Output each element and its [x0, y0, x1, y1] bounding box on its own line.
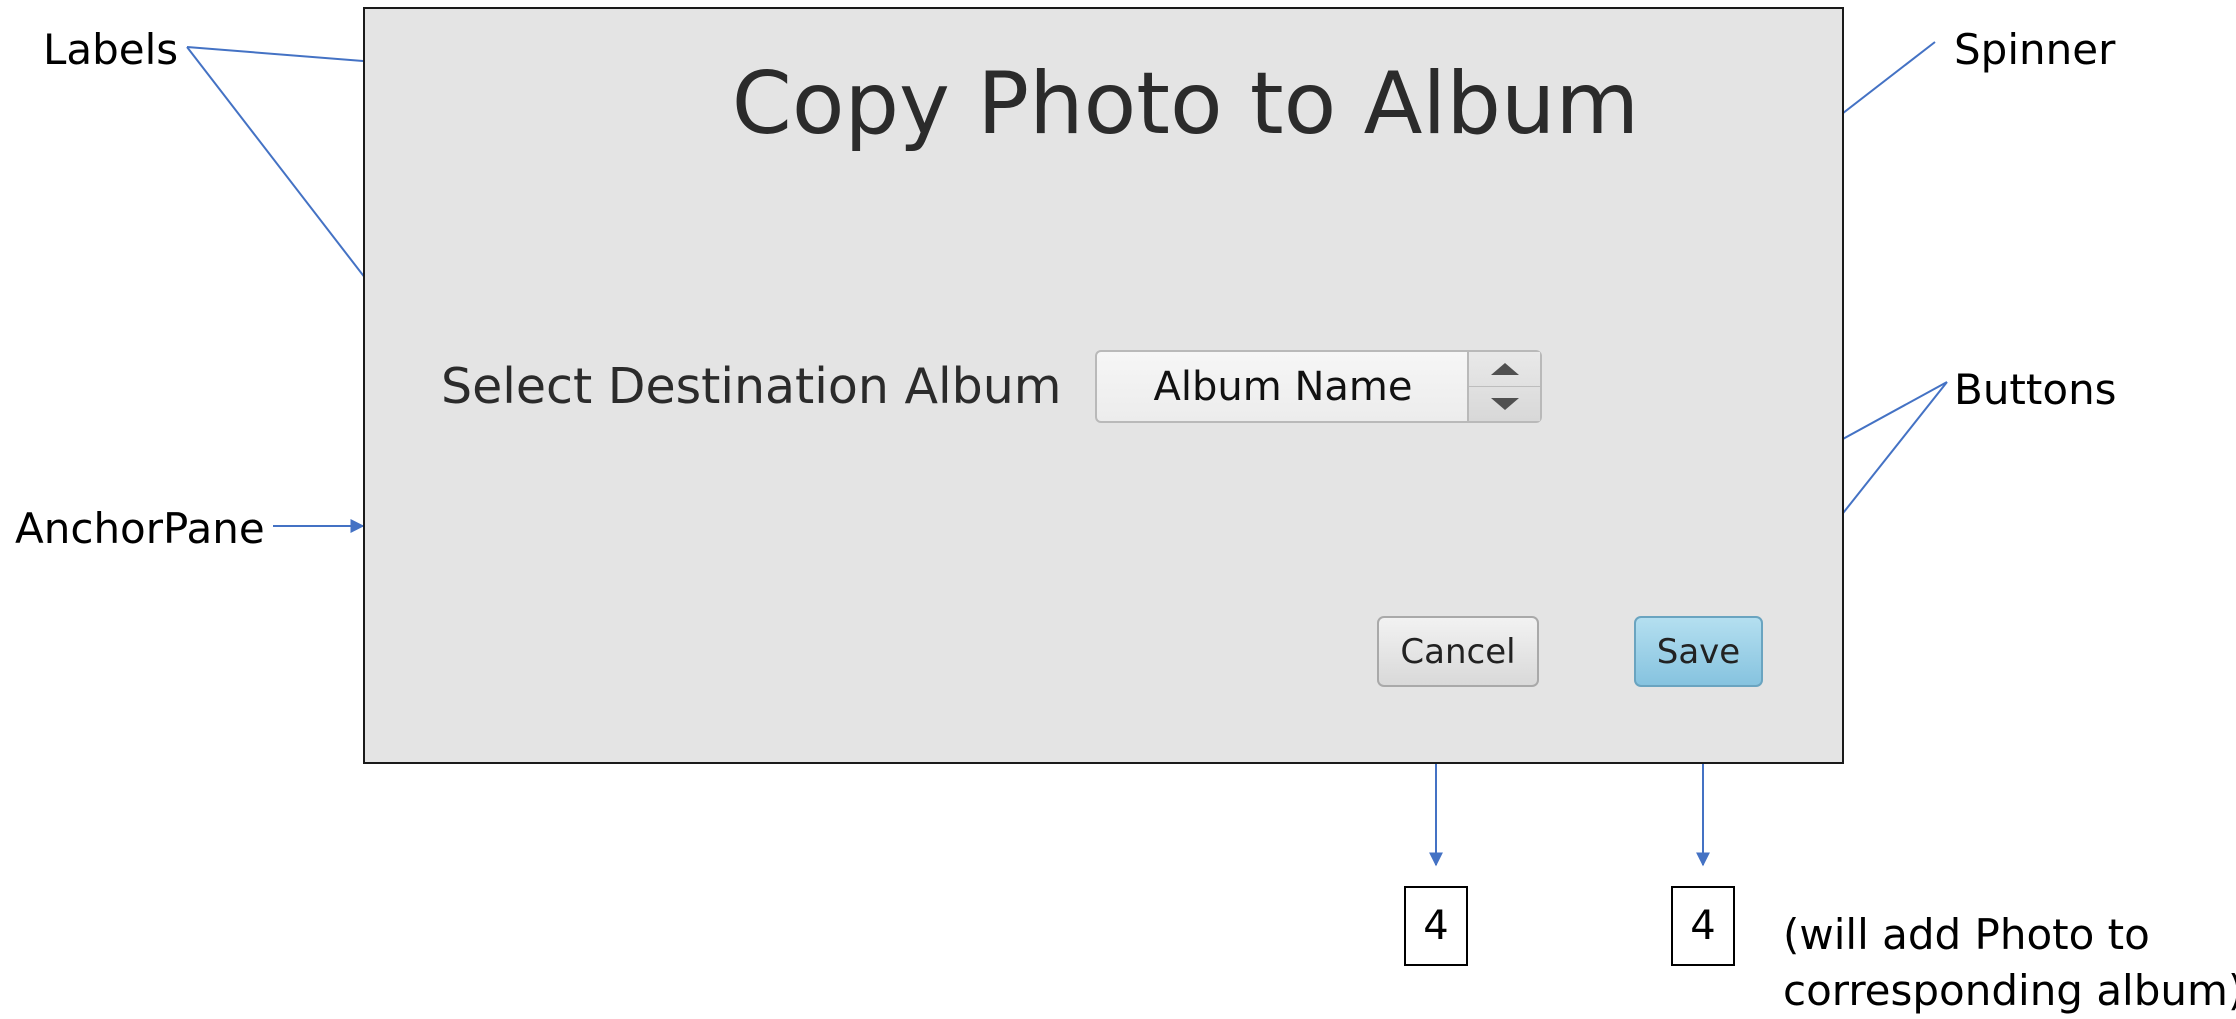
spinner-increment-button[interactable] — [1469, 352, 1540, 387]
annotation-buttons: Buttons — [1954, 365, 2117, 414]
dialog-title: Copy Photo to Album — [731, 54, 1640, 154]
spinner-decrement-button[interactable] — [1469, 387, 1540, 421]
save-note: (will add Photo to corresponding album) — [1783, 907, 2236, 1019]
album-spinner[interactable]: Album Name — [1095, 350, 1542, 423]
save-target-box: 4 — [1671, 886, 1735, 966]
cancel-button[interactable]: Cancel — [1377, 616, 1539, 687]
annotation-spinner: Spinner — [1954, 25, 2116, 74]
spinner-buttons — [1467, 352, 1540, 421]
spinner-value: Album Name — [1153, 363, 1413, 410]
annotation-anchorpane: AnchorPane — [15, 504, 265, 553]
arrow-up-icon — [1490, 363, 1519, 375]
save-note-line-2: corresponding album) — [1783, 966, 2236, 1015]
annotation-labels: Labels — [43, 25, 179, 74]
select-destination-label: Select Destination Album — [441, 358, 1062, 415]
save-button[interactable]: Save — [1634, 616, 1763, 687]
save-note-line-1: (will add Photo to — [1783, 910, 2150, 959]
arrow-down-icon — [1490, 398, 1519, 410]
cancel-target-box: 4 — [1404, 886, 1468, 966]
anchor-pane: Copy Photo to Album Select Destination A… — [363, 7, 1844, 764]
